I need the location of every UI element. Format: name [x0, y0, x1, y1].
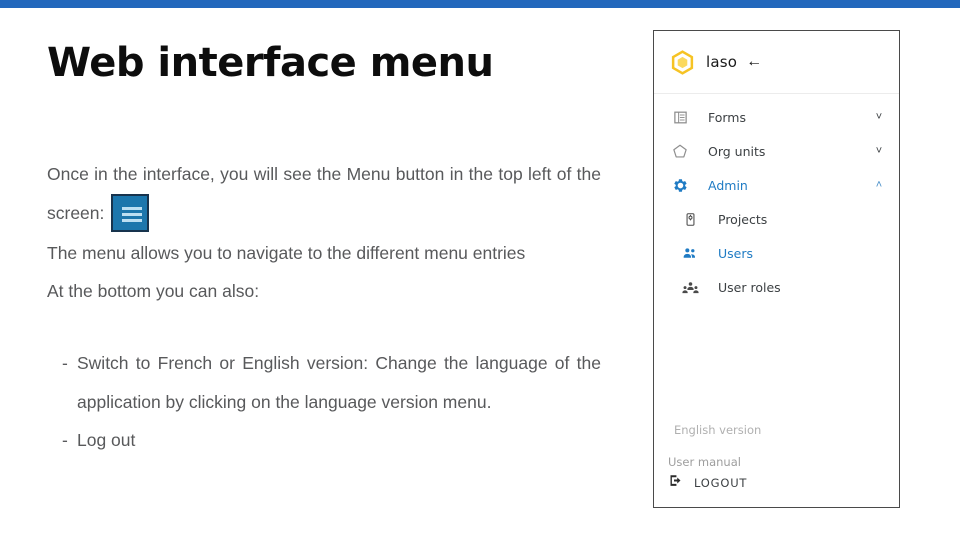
slide-content: Web interface menu	[47, 40, 607, 86]
gear-icon	[670, 178, 690, 193]
paragraph-1: Once in the interface, you will see the …	[47, 155, 601, 234]
hamburger-menu-icon	[111, 193, 150, 232]
top-accent-bar	[0, 0, 960, 8]
hamburger-line-1	[122, 206, 143, 210]
list-item: - Log out	[47, 421, 601, 460]
bullet-marker: -	[62, 430, 68, 450]
sidebar-subitem-projects[interactable]: Projects	[654, 202, 899, 236]
chevron-down-icon[interactable]: ˅	[873, 145, 885, 157]
paragraph-2: The menu allows you to navigate to the d…	[47, 242, 526, 263]
back-arrow-icon[interactable]: ←	[746, 54, 762, 70]
people-icon	[680, 245, 700, 261]
device-settings-icon	[680, 212, 700, 227]
sidebar-subitem-users[interactable]: Users	[654, 236, 899, 270]
list-item: - Switch to French or English version: C…	[47, 344, 601, 421]
sidebar-item-forms[interactable]: Forms ˅	[654, 100, 899, 134]
sidebar-item-label: Admin	[708, 177, 748, 193]
table-grid-icon	[670, 110, 690, 125]
logout-button[interactable]: LOGOUT	[654, 473, 899, 493]
chevron-up-icon[interactable]: ˄	[873, 179, 885, 191]
people-group-icon	[680, 279, 700, 296]
sidebar-item-label: Org units	[708, 143, 766, 159]
sidebar-subitem-user-roles[interactable]: User roles	[654, 270, 899, 304]
sidebar-header: laso ←	[654, 31, 899, 94]
sidebar-subitem-label: Users	[718, 245, 754, 261]
user-manual-item[interactable]: User manual	[654, 455, 899, 469]
bullet-text: Log out	[77, 430, 136, 450]
sidebar-footer: English version User manual LOGOUT	[654, 423, 899, 507]
bullet-text: Switch to French or English version: Cha…	[77, 353, 601, 412]
pentagon-icon	[670, 143, 690, 159]
hexagon-logo-icon	[670, 49, 695, 75]
brand-name: laso	[706, 53, 738, 71]
sidebar-menu: Forms ˅ Org units ˅ Admin ˄ Projects Use…	[654, 94, 899, 304]
logout-icon	[668, 473, 683, 493]
sidebar-item-org-units[interactable]: Org units ˅	[654, 134, 899, 168]
hamburger-line-2	[122, 212, 143, 216]
slide-body: Once in the interface, you will see the …	[47, 155, 601, 311]
bullet-list: - Switch to French or English version: C…	[47, 344, 601, 460]
sidebar-item-admin[interactable]: Admin ˄	[654, 168, 899, 202]
language-version-item[interactable]: English version	[654, 423, 899, 437]
hamburger-line-3	[122, 218, 143, 222]
logout-label: LOGOUT	[694, 476, 748, 490]
sidebar-subitem-label: User roles	[718, 279, 781, 295]
page-title: Web interface menu	[47, 40, 494, 86]
sidebar-subitem-label: Projects	[718, 211, 768, 227]
sidebar-item-label: Forms	[708, 109, 747, 125]
app-sidebar-screenshot: laso ← Forms ˅ Org units ˅ Admin ˄ Proje…	[653, 30, 900, 508]
bullet-marker: -	[62, 353, 68, 373]
chevron-down-icon[interactable]: ˅	[873, 111, 885, 123]
paragraph-3: At the bottom you can also:	[47, 281, 260, 302]
